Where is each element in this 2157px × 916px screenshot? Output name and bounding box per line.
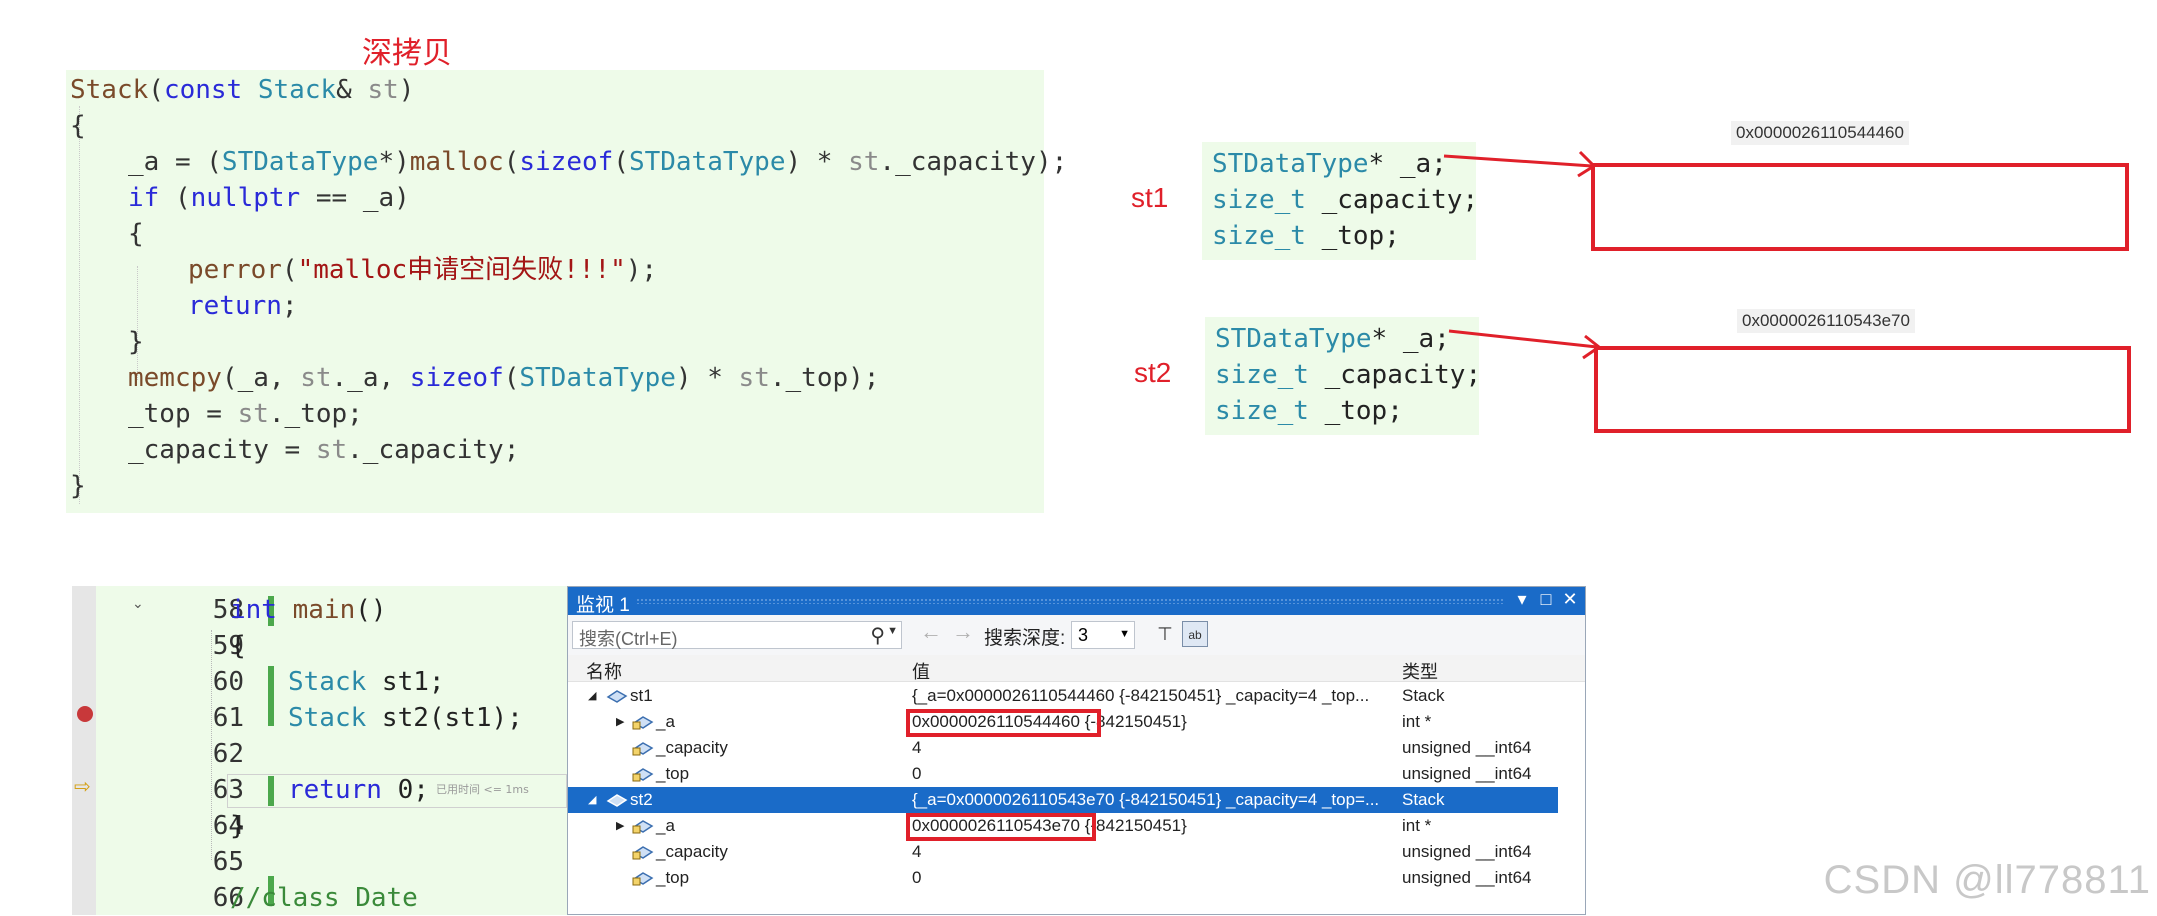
editor-line-61: Stack st2(st1); (288, 703, 523, 733)
code-editor[interactable]: 58 int main() 59 { 60 Stack st1; 61 Stac… (72, 586, 572, 915)
editor-line-63: return 0; (288, 775, 429, 805)
watch-value: 0 (912, 764, 922, 783)
line-number: 58 (212, 595, 244, 625)
watch-search-input[interactable]: 搜索(Ctrl+E) ⚲ ▼ (572, 621, 902, 649)
st2-a-address-highlight (906, 813, 1096, 841)
close-icon[interactable]: ✕ (1559, 589, 1581, 610)
watch-row-st2[interactable]: ◢ st2 {_a=0x0000026110543e70 {-842150451… (568, 787, 1558, 813)
collapse-icon[interactable]: ⌄ (132, 595, 144, 612)
watch-name: _top (656, 764, 690, 783)
chevron-down-icon: ▼ (1119, 628, 1130, 640)
search-forward-icon[interactable]: → (952, 619, 974, 645)
line-number: 64 (212, 811, 244, 841)
watch-name: st2 (630, 790, 653, 809)
watch-title-bar: 监视 1 ▾ □ ✕ (568, 587, 1585, 616)
watch-value: 4 (912, 842, 922, 861)
watch-name: _a (656, 712, 675, 731)
st1-a-address-highlight (906, 709, 1101, 737)
current-statement-arrow-icon: ⇨ (74, 776, 91, 798)
watch-name: _capacity (656, 842, 728, 861)
search-depth-select[interactable]: 3 ▼ (1071, 621, 1135, 649)
search-back-icon[interactable]: ← (920, 619, 942, 645)
column-type[interactable]: 类型 (1402, 658, 1438, 684)
watch-value: 4 (912, 738, 922, 757)
line-number: 59 (212, 631, 244, 661)
search-depth-label: 搜索深度: (984, 628, 1066, 649)
object-icon (606, 690, 628, 703)
watch-value: 0 (912, 868, 922, 887)
breakpoint-icon[interactable] (77, 706, 93, 722)
watch-type: unsigned __int64 (1402, 868, 1532, 887)
watch-name: _capacity (656, 738, 728, 757)
collapse-triangle-icon[interactable]: ◢ (588, 793, 596, 806)
watch-type: int * (1402, 816, 1432, 835)
elapsed-time-hint: 已用时间 <= 1ms (436, 783, 529, 796)
expand-triangle-icon[interactable]: ▶ (616, 715, 624, 728)
editor-line-58: int main() (230, 595, 387, 625)
watch-row-st1-capacity[interactable]: _capacity 4 unsigned __int64 (568, 735, 1558, 761)
watch-row-st1-top[interactable]: _top 0 unsigned __int64 (568, 761, 1558, 787)
expand-triangle-icon[interactable]: ▶ (616, 819, 624, 832)
watch-value: {_a=0x0000026110543e70 {-842150451} _cap… (912, 790, 1380, 809)
line-number: 60 (212, 667, 244, 697)
watch-value: {_a=0x0000026110544460 {-842150451} _cap… (912, 686, 1370, 705)
field-icon (632, 742, 654, 756)
editor-line-66: //class Date (230, 883, 418, 913)
watch-type: unsigned __int64 (1402, 738, 1532, 757)
line-number: 65 (212, 847, 244, 877)
watch-toolbar: 搜索(Ctrl+E) ⚲ ▼ ← → 搜索深度: 3 ▼ ⊤ ab (568, 615, 1585, 655)
pin-icon[interactable]: ⊤ (1152, 621, 1178, 647)
editor-line-64: } (230, 811, 246, 841)
field-icon (632, 820, 654, 834)
watch-row-st2-capacity[interactable]: _capacity 4 unsigned __int64 (568, 839, 1558, 865)
watch-name: _a (656, 816, 675, 835)
line-number: 66 (212, 883, 244, 913)
dropdown-icon[interactable]: ▾ (1511, 589, 1533, 610)
watch-type: unsigned __int64 (1402, 764, 1532, 783)
watch-name: st1 (630, 686, 653, 705)
collapse-triangle-icon[interactable]: ◢ (588, 689, 596, 702)
search-placeholder: 搜索(Ctrl+E) (579, 629, 678, 649)
search-icon[interactable]: ⚲ (870, 623, 885, 648)
view-toggle-icon[interactable]: ab (1182, 621, 1208, 647)
watch-title: 监视 1 (576, 595, 630, 616)
watch-type: Stack (1402, 790, 1445, 809)
breakpoint-margin[interactable] (72, 586, 96, 915)
line-number: 62 (212, 739, 244, 769)
watch-type: Stack (1402, 686, 1445, 705)
watermark: CSDN @ll778811 (1823, 858, 2151, 902)
watch-window: 监视 1 ▾ □ ✕ 搜索(Ctrl+E) ⚲ ▼ ← → 搜索深度: 3 ▼ … (567, 586, 1586, 915)
object-icon (606, 794, 628, 807)
search-dropdown-icon[interactable]: ▼ (887, 625, 898, 637)
st2-pointer-arrow (1448, 329, 1598, 349)
watch-row-st1[interactable]: ◢ st1 {_a=0x0000026110544460 {-842150451… (568, 683, 1558, 709)
watch-type: unsigned __int64 (1402, 842, 1532, 861)
field-icon (632, 768, 654, 782)
line-number: 63 (212, 775, 244, 805)
editor-line-59: { (230, 631, 246, 661)
field-icon (632, 716, 654, 730)
line-number: 61 (212, 703, 244, 733)
field-icon (632, 872, 654, 886)
field-icon (632, 846, 654, 860)
watch-type: int * (1402, 712, 1432, 731)
maximize-icon[interactable]: □ (1535, 589, 1557, 610)
search-depth-value: 3 (1078, 625, 1089, 645)
watch-name: _top (656, 868, 690, 887)
watch-row-st2-top[interactable]: _top 0 unsigned __int64 (568, 865, 1558, 891)
column-value[interactable]: 值 (912, 658, 930, 684)
editor-line-60: Stack st1; (288, 667, 445, 697)
column-name[interactable]: 名称 (586, 658, 622, 684)
watch-header-row: 名称 值 类型 (568, 655, 1585, 682)
st1-pointer-arrow (1443, 154, 1593, 168)
